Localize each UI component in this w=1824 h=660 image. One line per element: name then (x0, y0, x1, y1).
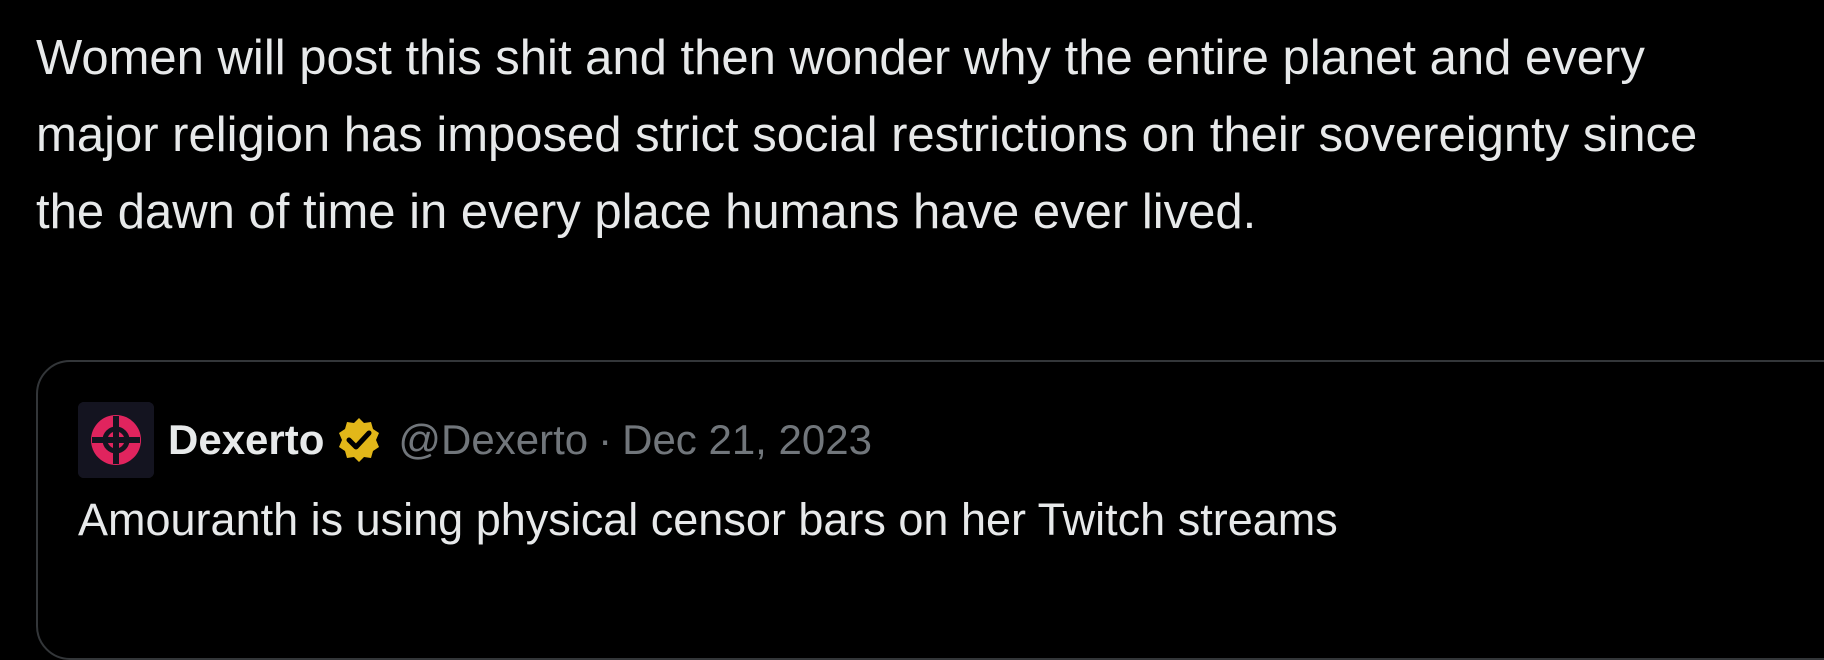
gold-verified-badge-icon (334, 415, 384, 465)
quoted-author-name[interactable]: Dexerto (168, 416, 324, 464)
quoted-post-date[interactable]: Dec 21, 2023 (622, 416, 872, 464)
separator-dot: · (598, 416, 613, 463)
quoted-author-handle[interactable]: @Dexerto (398, 416, 588, 464)
post-text: Women will post this shit and then wonde… (36, 31, 1698, 239)
quoted-post-header: Dexerto @Dexerto · Dec 21, 2023 (78, 402, 872, 478)
quoted-post-text: Amouranth is using physical censor bars … (78, 494, 1338, 545)
quoted-post-card[interactable]: Dexerto @Dexerto · Dec 21, 2023 Amourant… (36, 360, 1824, 660)
dexerto-logo-icon[interactable] (78, 402, 154, 478)
